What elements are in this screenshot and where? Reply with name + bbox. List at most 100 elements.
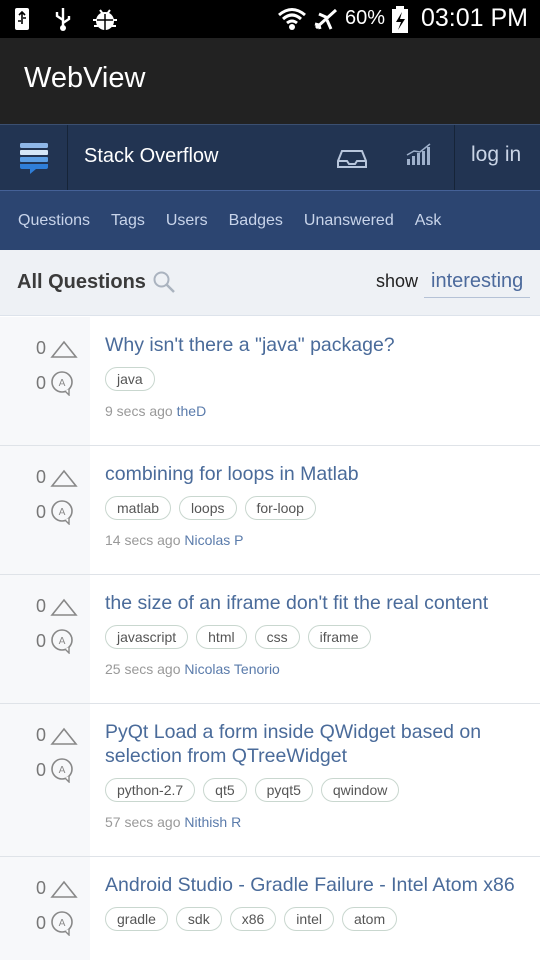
- svg-text:A: A: [59, 507, 66, 518]
- questions-subheader: All Questions show interesting: [0, 250, 540, 316]
- question-row[interactable]: 0 0 A combining for loops in Matlab matl…: [0, 446, 540, 575]
- usb-storage-icon: [12, 6, 38, 32]
- question-list: 0 0 A Why isn't there a "java" package? …: [0, 317, 540, 960]
- vote-count: 0: [36, 467, 78, 488]
- upvote-icon: [50, 340, 78, 358]
- achievements-icon[interactable]: [404, 141, 434, 171]
- question-user[interactable]: theD: [177, 403, 207, 419]
- question-body: Android Studio - Gradle Failure - Intel …: [105, 873, 528, 931]
- tag[interactable]: qwindow: [320, 778, 400, 802]
- question-user[interactable]: Nicolas Tenorio: [184, 661, 279, 677]
- debug-android-icon: [92, 6, 118, 32]
- tag[interactable]: css: [254, 625, 300, 649]
- clock: 03:01 PM: [420, 4, 528, 32]
- tag-list: javascript html css iframe: [105, 625, 528, 649]
- question-meta: 25 secs ago Nicolas Tenorio: [105, 661, 528, 677]
- show-label: show: [376, 271, 419, 291]
- filter-select[interactable]: interesting: [424, 268, 530, 298]
- question-user[interactable]: Nithish R: [184, 814, 241, 830]
- answer-count: 0 A: [36, 628, 74, 654]
- question-body: the size of an iframe don't fit the real…: [105, 591, 528, 677]
- tag[interactable]: for-loop: [244, 496, 316, 520]
- question-stats: 0 0 A: [0, 857, 90, 960]
- tag[interactable]: python-2.7: [105, 778, 196, 802]
- upvote-icon: [50, 598, 78, 616]
- vote-count: 0: [36, 725, 78, 746]
- search-icon[interactable]: [152, 270, 176, 294]
- question-body: Why isn't there a "java" package? java 9…: [105, 333, 528, 419]
- question-time: 57 secs ago: [105, 814, 181, 830]
- answers-icon: A: [51, 911, 73, 936]
- question-row[interactable]: 0 0 A PyQt Load a form inside QWidget ba…: [0, 704, 540, 857]
- upvote-icon: [50, 880, 78, 898]
- stackexchange-logo-icon[interactable]: [0, 125, 68, 191]
- answer-count: 0 A: [36, 370, 74, 396]
- tag[interactable]: sdk: [175, 907, 222, 931]
- site-header: Stack Overflow log in: [0, 124, 540, 191]
- question-title[interactable]: Android Studio - Gradle Failure - Intel …: [105, 873, 528, 897]
- upvote-icon: [50, 727, 78, 745]
- svg-text:A: A: [59, 378, 66, 389]
- question-title[interactable]: Why isn't there a "java" package?: [105, 333, 528, 357]
- tag-list: matlab loops for-loop: [105, 496, 528, 520]
- nav-questions[interactable]: Questions: [18, 212, 90, 230]
- app-bar: WebView: [0, 38, 540, 124]
- question-stats: 0 0 A: [0, 704, 90, 856]
- question-row[interactable]: 0 0 A Android Studio - Gradle Failure - …: [0, 857, 540, 960]
- battery-charging-icon: [391, 5, 409, 33]
- nav-ask[interactable]: Ask: [415, 212, 442, 230]
- question-body: combining for loops in Matlab matlab loo…: [105, 462, 528, 548]
- question-row[interactable]: 0 0 A the size of an iframe don't fit th…: [0, 575, 540, 704]
- usb-icon: [52, 6, 78, 32]
- tag[interactable]: loops: [179, 496, 237, 520]
- tag[interactable]: java: [105, 367, 155, 391]
- question-stats: 0 0 A: [0, 446, 90, 574]
- vote-count: 0: [36, 878, 78, 899]
- header-divider: [454, 125, 455, 191]
- svg-text:A: A: [59, 918, 66, 929]
- tag[interactable]: atom: [341, 907, 398, 931]
- svg-text:A: A: [59, 636, 66, 647]
- tag-list: java: [105, 367, 528, 391]
- nav-badges[interactable]: Badges: [229, 212, 283, 230]
- inbox-icon[interactable]: [336, 145, 368, 171]
- answers-icon: A: [51, 371, 73, 396]
- tag[interactable]: gradle: [105, 907, 168, 931]
- tag[interactable]: javascript: [105, 625, 189, 649]
- question-stats: 0 0 A: [0, 317, 90, 445]
- question-title[interactable]: combining for loops in Matlab: [105, 462, 528, 486]
- nav-users[interactable]: Users: [166, 212, 208, 230]
- question-time: 25 secs ago: [105, 661, 181, 677]
- tag[interactable]: iframe: [307, 625, 371, 649]
- tag[interactable]: html: [196, 625, 247, 649]
- tag[interactable]: intel: [284, 907, 334, 931]
- page-title: All Questions: [17, 271, 146, 293]
- answer-count: 0 A: [36, 910, 74, 936]
- app-title: WebView: [24, 62, 146, 94]
- svg-text:A: A: [59, 765, 66, 776]
- main-nav: Questions Tags Users Badges Unanswered A…: [0, 190, 540, 250]
- question-user[interactable]: Nicolas P: [184, 532, 243, 548]
- nav-unanswered[interactable]: Unanswered: [304, 212, 394, 230]
- wifi-icon: [277, 6, 307, 32]
- site-name[interactable]: Stack Overflow: [84, 145, 218, 168]
- tag[interactable]: pyqt5: [254, 778, 313, 802]
- answers-icon: A: [51, 758, 73, 783]
- vote-count: 0: [36, 596, 78, 617]
- tag[interactable]: matlab: [105, 496, 172, 520]
- nav-tags[interactable]: Tags: [111, 212, 145, 230]
- question-title[interactable]: PyQt Load a form inside QWidget based on…: [105, 720, 528, 768]
- answer-count: 0 A: [36, 757, 74, 783]
- login-link[interactable]: log in: [471, 143, 521, 167]
- tag[interactable]: qt5: [203, 778, 247, 802]
- tag[interactable]: x86: [229, 907, 277, 931]
- question-title[interactable]: the size of an iframe don't fit the real…: [105, 591, 528, 615]
- question-time: 14 secs ago: [105, 532, 181, 548]
- vote-count: 0: [36, 338, 78, 359]
- question-stats: 0 0 A: [0, 575, 90, 703]
- answers-icon: A: [51, 629, 73, 654]
- answers-icon: A: [51, 500, 73, 525]
- battery-percentage: 60%: [344, 7, 385, 29]
- question-row[interactable]: 0 0 A Why isn't there a "java" package? …: [0, 317, 540, 446]
- question-meta: 14 secs ago Nicolas P: [105, 532, 528, 548]
